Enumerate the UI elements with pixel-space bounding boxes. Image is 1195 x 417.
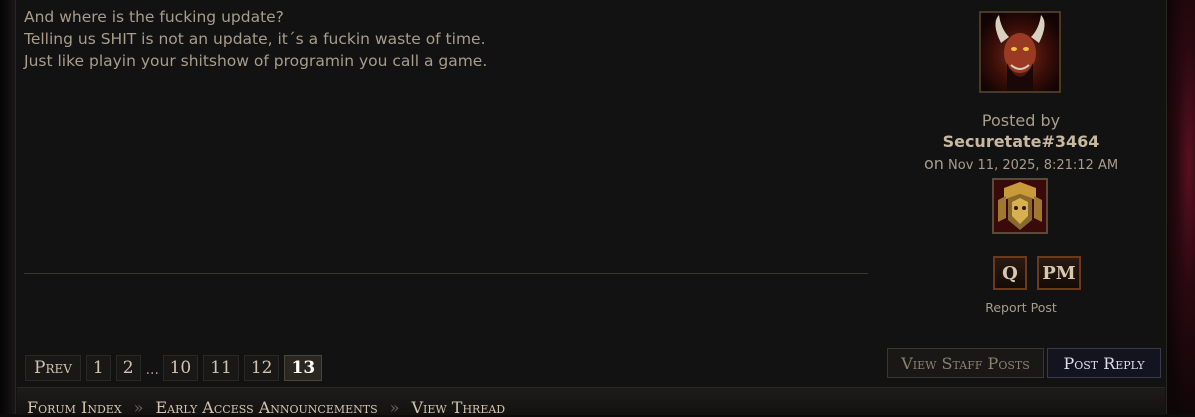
supporter-badge bbox=[992, 178, 1048, 234]
on-label: on bbox=[923, 154, 944, 173]
demon-avatar-icon bbox=[981, 13, 1059, 91]
page-link[interactable]: 12 bbox=[243, 355, 280, 381]
author-name[interactable]: Securetate#3464 bbox=[871, 132, 1171, 151]
post-body: And where is the fucking update? Telling… bbox=[24, 6, 864, 72]
avatar[interactable] bbox=[979, 11, 1061, 93]
view-staff-posts-button[interactable]: View Staff Posts bbox=[887, 348, 1044, 378]
page-link[interactable]: 10 bbox=[162, 355, 199, 381]
post-divider bbox=[24, 273, 868, 274]
page-ellipsis: ... bbox=[145, 362, 159, 378]
breadcrumb: Forum Index » Early Access Announcements… bbox=[27, 398, 505, 417]
breadcrumb-forum-index[interactable]: Forum Index bbox=[27, 398, 122, 417]
report-post-link[interactable]: Report Post bbox=[871, 300, 1171, 315]
post-reply-button[interactable]: Post Reply bbox=[1047, 348, 1161, 378]
post-line: Just like playin your shitshow of progra… bbox=[24, 52, 488, 70]
author-panel: Posted by Securetate#3464 on Nov 11, 202… bbox=[871, 0, 1171, 340]
page-link[interactable]: 1 bbox=[85, 355, 111, 381]
page-link[interactable]: 11 bbox=[203, 355, 239, 381]
post-date: on Nov 11, 2025, 8:21:12 AM bbox=[871, 154, 1171, 173]
breadcrumb-separator: » bbox=[389, 398, 400, 417]
posted-by-label: Posted by bbox=[981, 111, 1061, 130]
left-decoration bbox=[0, 0, 15, 414]
pm-button[interactable]: PM bbox=[1037, 256, 1081, 290]
breadcrumb-bar: Forum Index » Early Access Announcements… bbox=[17, 387, 1165, 417]
post-container: And where is the fucking update? Telling… bbox=[15, 0, 1167, 417]
post-line: Telling us SHIT is not an update, it´s a… bbox=[24, 30, 486, 48]
post-line: And where is the fucking update? bbox=[24, 8, 284, 26]
prev-page-button[interactable]: Prev bbox=[25, 355, 81, 381]
pagination: Prev 1 2 ... 10 11 12 13 bbox=[25, 355, 323, 381]
breadcrumb-separator: » bbox=[133, 398, 144, 417]
quote-button[interactable]: Q bbox=[993, 256, 1027, 290]
current-page: 13 bbox=[284, 355, 323, 381]
date-value: Nov 11, 2025, 8:21:12 AM bbox=[948, 158, 1119, 173]
golden-helm-badge-icon bbox=[994, 180, 1046, 232]
breadcrumb-early-access[interactable]: Early Access Announcements bbox=[155, 398, 377, 417]
breadcrumb-view-thread: View Thread bbox=[411, 398, 506, 417]
page-link[interactable]: 2 bbox=[115, 355, 141, 381]
